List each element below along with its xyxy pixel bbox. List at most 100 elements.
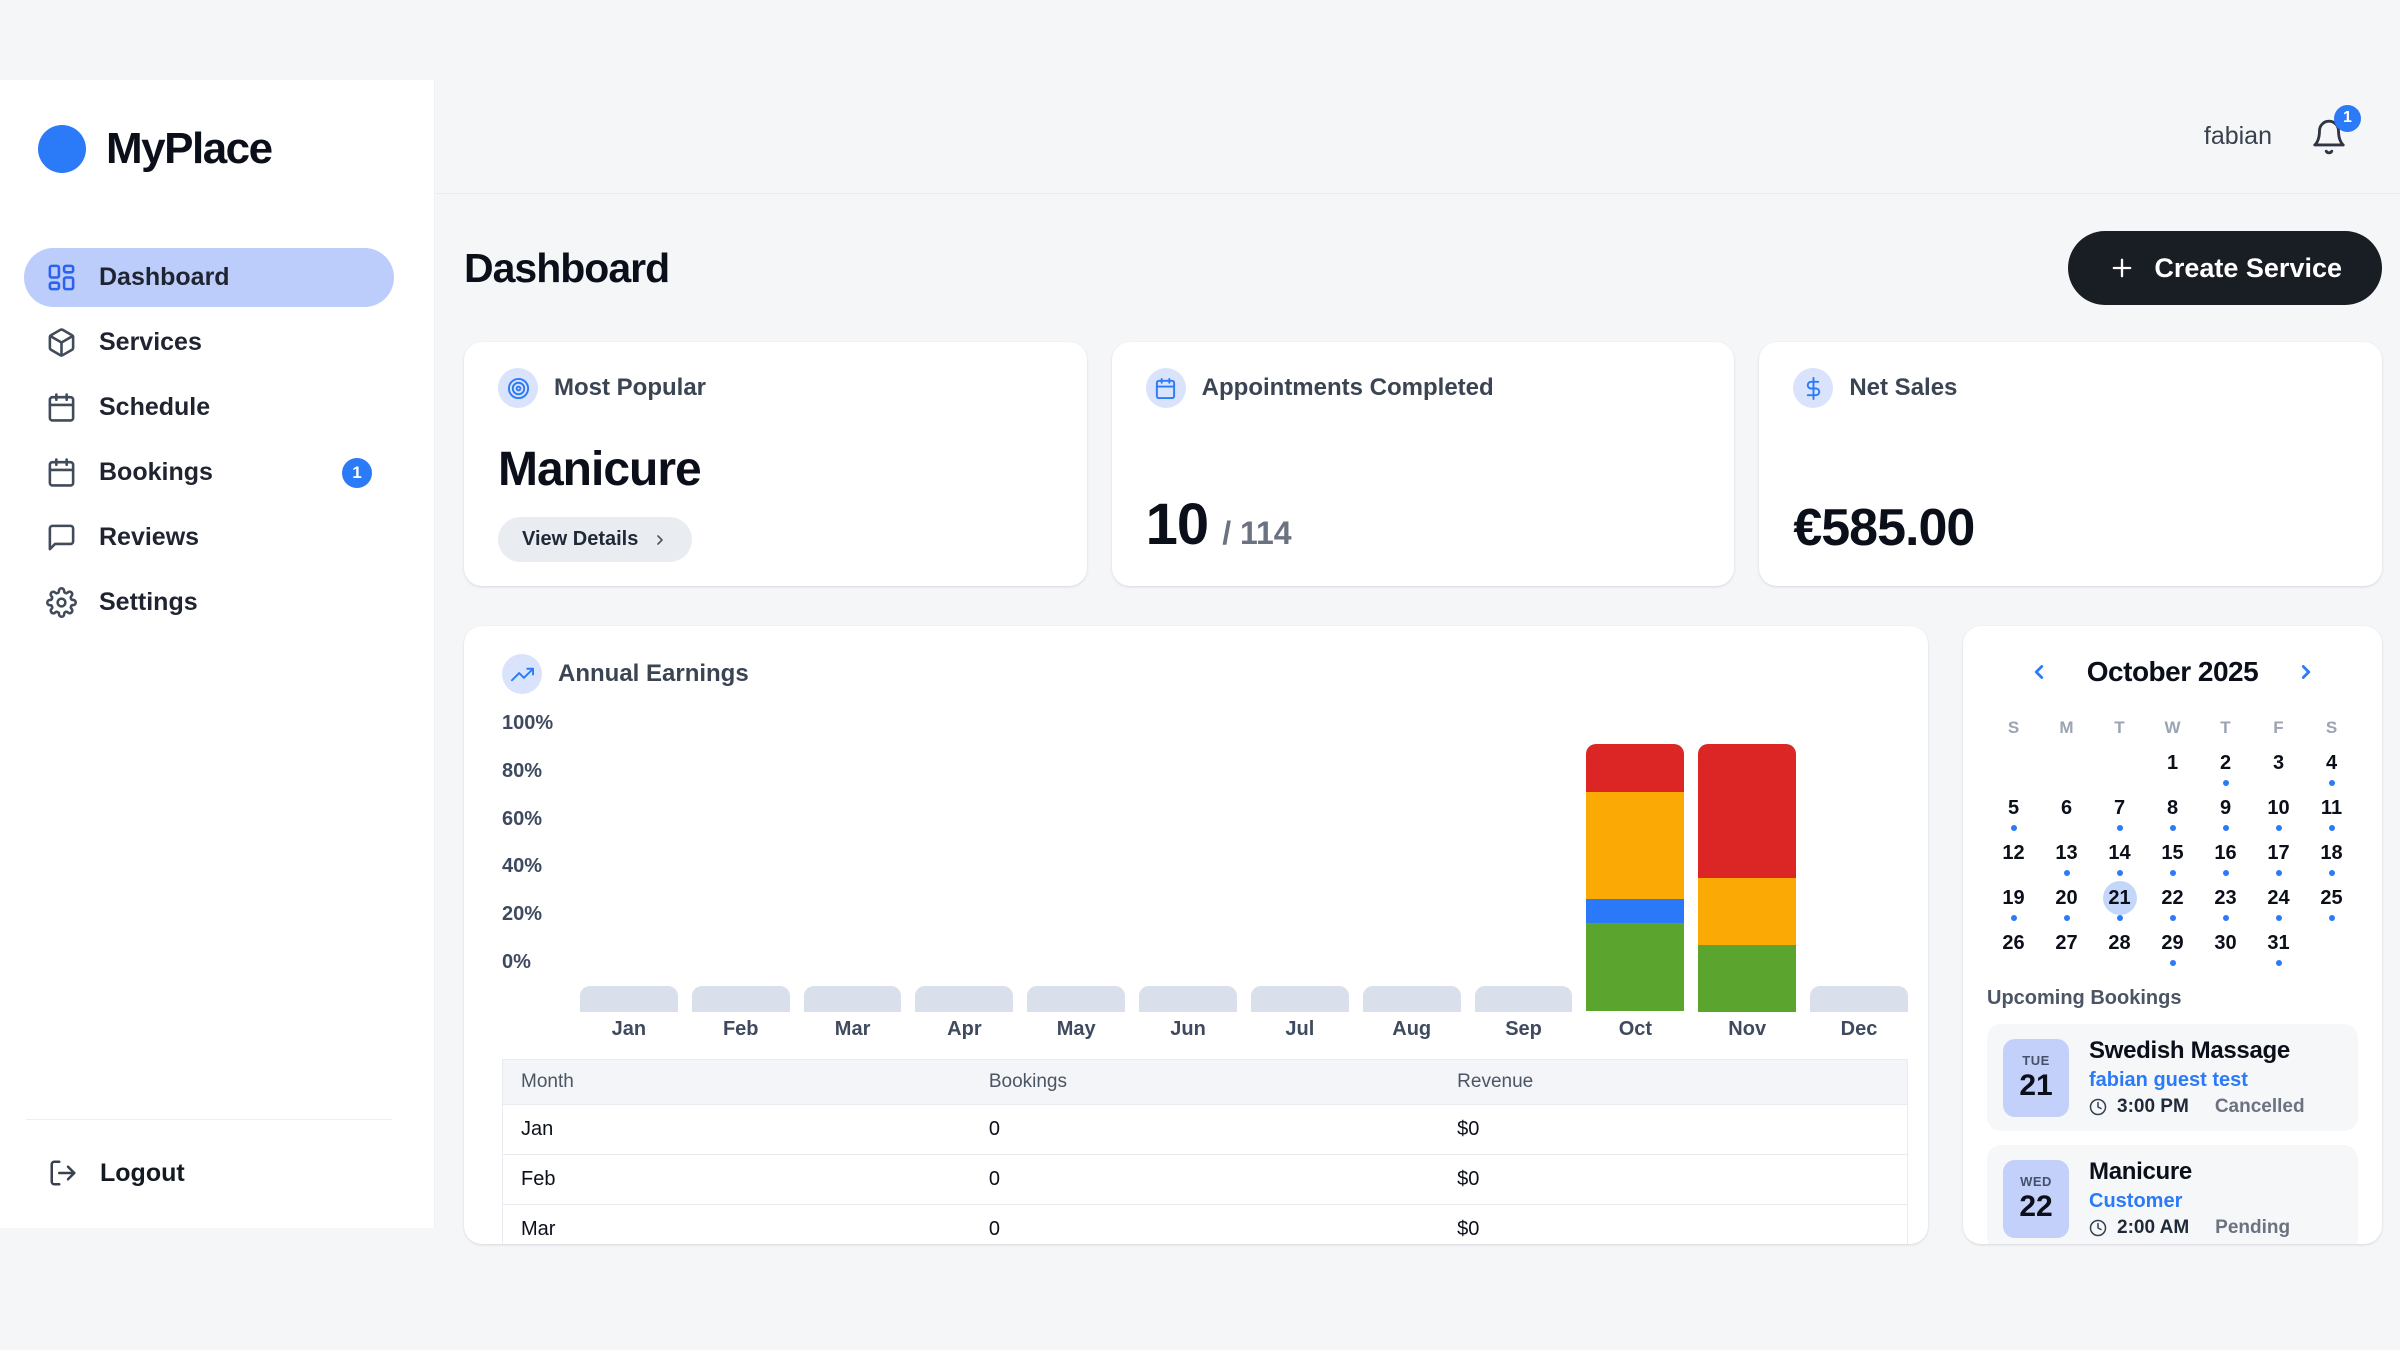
empty-month-bar [580,986,678,1012]
booking-item[interactable]: TUE21Swedish Massagefabian guest test3:0… [1987,1024,2358,1131]
calendar-day-14[interactable]: 14 [2093,836,2146,881]
calendar-day-4[interactable]: 4 [2305,746,2358,791]
booking-dot [2276,870,2282,876]
target-icon [498,368,538,408]
calendar-day-5[interactable]: 5 [1987,791,2040,836]
booking-dot [2064,870,2070,876]
sidebar-item-label: Bookings [99,458,213,487]
booking-dot [2011,825,2017,831]
calendar-day-6[interactable]: 6 [2040,791,2093,836]
calendar-day-7[interactable]: 7 [2093,791,2146,836]
stacked-bar-oct [1586,744,1684,1012]
table-cell: $0 [1439,1105,1907,1155]
calendar-day-15[interactable]: 15 [2146,836,2199,881]
calendar-day-26[interactable]: 26 [1987,926,2040,971]
table-row: Jan0$0 [503,1105,1908,1155]
calendar-empty-cell [2093,746,2146,791]
booking-item[interactable]: WED22ManicureCustomer2:00 AMPending [1987,1145,2358,1244]
app-root: MyPlace Dashboard Services Schedule Booking… [0,0,2400,1350]
calendar-day-2[interactable]: 2 [2199,746,2252,791]
x-tick-label: Sep [1475,1018,1573,1041]
y-tick-label: 60% [502,808,580,831]
weekday-label: T [2093,718,2146,738]
calendar-day-28[interactable]: 28 [2093,926,2146,971]
calendar-day-12[interactable]: 12 [1987,836,2040,881]
sidebar-item-services[interactable]: Services [24,313,394,372]
most-popular-label: Most Popular [554,374,706,402]
calendar-day-24[interactable]: 24 [2252,881,2305,926]
table-cell: $0 [1439,1205,1907,1245]
calendar-day-31[interactable]: 31 [2252,926,2305,971]
calendar-day-13[interactable]: 13 [2040,836,2093,881]
upcoming-bookings-heading: Upcoming Bookings [1987,987,2358,1010]
booking-dot [2011,915,2017,921]
booking-date-badge: TUE21 [2003,1039,2069,1117]
logout-icon [48,1158,78,1188]
table-cell: 0 [971,1105,1439,1155]
chevron-right-icon [2295,661,2317,683]
calendar-day-9[interactable]: 9 [2199,791,2252,836]
view-details-button[interactable]: View Details [498,517,692,562]
bar-slot-nov [1698,744,1796,1012]
net-sales-value: €585.00 [1793,498,2348,558]
table-cell: Mar [503,1205,971,1245]
table-cell: Feb [503,1155,971,1205]
calendar-next-button[interactable] [2288,654,2324,690]
calendar-day-22[interactable]: 22 [2146,881,2199,926]
logout-button[interactable]: Logout [0,1158,434,1188]
calendar-day-8[interactable]: 8 [2146,791,2199,836]
calendar-day-23[interactable]: 23 [2199,881,2252,926]
empty-month-bar [692,986,790,1012]
calendar-day-29[interactable]: 29 [2146,926,2199,971]
bar-segment-red [1698,744,1796,878]
gear-icon [46,587,77,618]
booking-customer-link[interactable]: fabian guest test [2089,1069,2305,1092]
logo: MyPlace [0,80,434,174]
username: fabian [2204,122,2272,151]
create-service-button[interactable]: Create Service [2068,231,2382,305]
sidebar-item-settings[interactable]: Settings [24,573,394,632]
calendar-prev-button[interactable] [2021,654,2057,690]
clock-icon [2089,1098,2107,1116]
chart-x-axis: JanFebMarAprMayJunJulAugSepOctNovDec [580,1018,1908,1041]
sidebar-item-dashboard[interactable]: Dashboard [24,248,394,307]
booking-dot [2170,915,2176,921]
calendar-day-19[interactable]: 19 [1987,881,2040,926]
calendar-day-25[interactable]: 25 [2305,881,2358,926]
table-row: Feb0$0 [503,1155,1908,1205]
bar-slot-feb [692,986,790,1012]
clock-icon [2089,1219,2107,1237]
x-tick-label: Oct [1586,1018,1684,1041]
sidebar-item-bookings[interactable]: Bookings1 [24,443,394,502]
calendar-day-11[interactable]: 11 [2305,791,2358,836]
calendar-day-17[interactable]: 17 [2252,836,2305,881]
calendar-day-30[interactable]: 30 [2199,926,2252,971]
annual-earnings-title: Annual Earnings [558,660,749,688]
bar-segment-green [1586,923,1684,1011]
table-row: Mar0$0 [503,1205,1908,1245]
sidebar-item-schedule[interactable]: Schedule [24,378,394,437]
upcoming-bookings-list: TUE21Swedish Massagefabian guest test3:0… [1987,1024,2358,1244]
y-tick-label: 40% [502,855,580,878]
calendar-day-20[interactable]: 20 [2040,881,2093,926]
bar-slot-jan [580,986,678,1012]
booking-customer-link[interactable]: Customer [2089,1190,2290,1213]
empty-month-bar [1251,986,1349,1012]
table-header-bookings: Bookings [971,1060,1439,1105]
weekday-label: F [2252,718,2305,738]
booking-dot [2117,915,2123,921]
sidebar-divider [26,1119,392,1120]
calendar-day-16[interactable]: 16 [2199,836,2252,881]
calendar-day-1[interactable]: 1 [2146,746,2199,791]
notifications-button[interactable]: 1 [2310,118,2348,156]
calendar-day-18[interactable]: 18 [2305,836,2358,881]
sidebar: MyPlace Dashboard Services Schedule Booking… [0,80,435,1228]
bar-segment-red [1586,744,1684,792]
calendar-day-27[interactable]: 27 [2040,926,2093,971]
sidebar-item-reviews[interactable]: Reviews [24,508,394,567]
calendar-day-10[interactable]: 10 [2252,791,2305,836]
booking-dot [2223,915,2229,921]
calendar-weekdays: SMTWTFS [1987,718,2358,738]
calendar-day-3[interactable]: 3 [2252,746,2305,791]
calendar-day-21[interactable]: 21 [2093,881,2146,926]
